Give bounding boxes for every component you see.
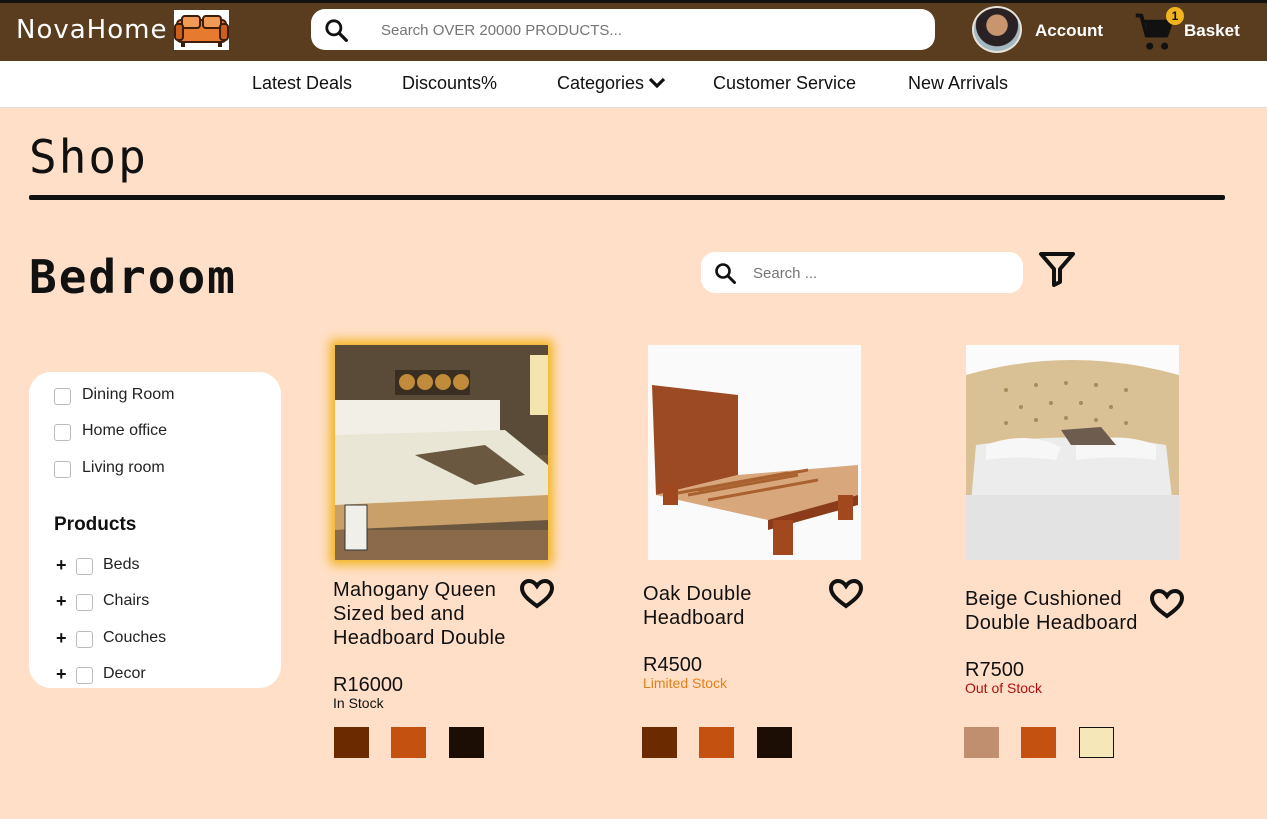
section-search-bar[interactable] bbox=[701, 252, 1023, 293]
checkbox-decor[interactable] bbox=[76, 667, 93, 684]
product-name[interactable]: Mahogany Queen Sized bed and Headboard D… bbox=[333, 578, 506, 650]
nav-new-arrivals[interactable]: New Arrivals bbox=[908, 73, 1008, 94]
heart-icon[interactable] bbox=[1149, 588, 1185, 624]
product-name-line: Oak Double bbox=[643, 583, 752, 605]
room-label: Living room bbox=[82, 459, 165, 476]
basket-count-badge: 1 bbox=[1166, 7, 1184, 25]
product-name[interactable]: Oak Double Headboard bbox=[643, 582, 752, 630]
product-image-mahogany-bed[interactable] bbox=[335, 345, 548, 560]
product-image-beige-headboard[interactable] bbox=[966, 345, 1179, 560]
chevron-down-icon bbox=[648, 74, 666, 95]
expand-chairs-icon[interactable]: + bbox=[56, 591, 67, 612]
color-swatch[interactable] bbox=[964, 727, 999, 758]
color-swatch[interactable] bbox=[642, 727, 677, 758]
brand-name[interactable]: NovaHome bbox=[16, 15, 167, 45]
checkbox-living-room[interactable] bbox=[54, 461, 71, 478]
product-name-line: Headboard Double bbox=[333, 627, 506, 649]
product-name-line: Sized bed and bbox=[333, 603, 465, 625]
main-search-input[interactable] bbox=[381, 17, 901, 43]
color-swatch-selected[interactable] bbox=[1079, 727, 1114, 758]
product-category-label: Decor bbox=[103, 665, 146, 682]
checkbox-chairs[interactable] bbox=[76, 594, 93, 611]
main-nav: Latest Deals Discounts% Categories Custo… bbox=[0, 61, 1267, 108]
color-swatch[interactable] bbox=[757, 727, 792, 758]
product-category-label: Couches bbox=[103, 629, 167, 646]
stock-status: Out of Stock bbox=[965, 680, 1043, 696]
color-swatch[interactable] bbox=[699, 727, 734, 758]
expand-couches-icon[interactable]: + bbox=[56, 628, 67, 649]
product-price: R16000 bbox=[333, 674, 404, 696]
title-divider bbox=[29, 195, 1225, 200]
product-image-oak-headboard[interactable] bbox=[648, 345, 861, 560]
account-link[interactable]: Account bbox=[1035, 21, 1103, 41]
page-title: Shop bbox=[29, 130, 148, 184]
heart-icon[interactable] bbox=[828, 578, 864, 614]
filter-sidebar: Dining Room Home office Living room Prod… bbox=[29, 372, 281, 688]
product-name-line: Headboard bbox=[643, 607, 745, 629]
stock-status: In Stock bbox=[333, 695, 384, 711]
checkbox-beds[interactable] bbox=[76, 558, 93, 575]
room-label: Dining Room bbox=[82, 386, 175, 403]
product-name[interactable]: Beige Cushioned Double Headboard bbox=[965, 587, 1138, 635]
product-name-line: Beige Cushioned bbox=[965, 588, 1122, 610]
product-price: R4500 bbox=[643, 654, 702, 676]
nav-latest-deals[interactable]: Latest Deals bbox=[252, 73, 352, 94]
product-category-label: Chairs bbox=[103, 592, 150, 609]
color-swatch[interactable] bbox=[334, 727, 369, 758]
basket-link[interactable]: Basket bbox=[1184, 21, 1240, 41]
section-search-input[interactable] bbox=[753, 260, 1003, 286]
product-category-label: Beds bbox=[103, 556, 140, 573]
checkbox-home-office[interactable] bbox=[54, 424, 71, 441]
checkbox-dining-room[interactable] bbox=[54, 388, 71, 405]
checkbox-couches[interactable] bbox=[76, 631, 93, 648]
section-title: Bedroom bbox=[29, 250, 237, 304]
top-header: NovaHome Account 1 Basket bbox=[0, 0, 1267, 61]
main-search-bar[interactable] bbox=[311, 9, 935, 50]
room-label: Home office bbox=[82, 422, 168, 439]
expand-beds-icon[interactable]: + bbox=[56, 555, 67, 576]
nav-customer-service[interactable]: Customer Service bbox=[713, 73, 856, 94]
color-swatch[interactable] bbox=[449, 727, 484, 758]
product-name-line: Mahogany Queen bbox=[333, 579, 497, 601]
color-swatch[interactable] bbox=[1021, 727, 1056, 758]
avatar[interactable] bbox=[972, 6, 1022, 53]
nav-discounts[interactable]: Discounts% bbox=[402, 73, 497, 94]
product-price: R7500 bbox=[965, 659, 1024, 681]
nav-categories-label: Categories bbox=[557, 73, 645, 93]
products-heading: Products bbox=[54, 514, 137, 535]
nav-categories[interactable]: Categories bbox=[557, 73, 666, 95]
product-name-line: Double Headboard bbox=[965, 612, 1138, 634]
expand-decor-icon[interactable]: + bbox=[56, 664, 67, 685]
color-swatch[interactable] bbox=[391, 727, 426, 758]
heart-icon[interactable] bbox=[519, 578, 555, 614]
sofa-logo-icon[interactable] bbox=[174, 10, 229, 50]
filter-icon[interactable] bbox=[1038, 251, 1076, 292]
stock-status: Limited Stock bbox=[643, 675, 728, 691]
search-icon[interactable] bbox=[713, 261, 737, 290]
search-icon[interactable] bbox=[323, 17, 349, 48]
